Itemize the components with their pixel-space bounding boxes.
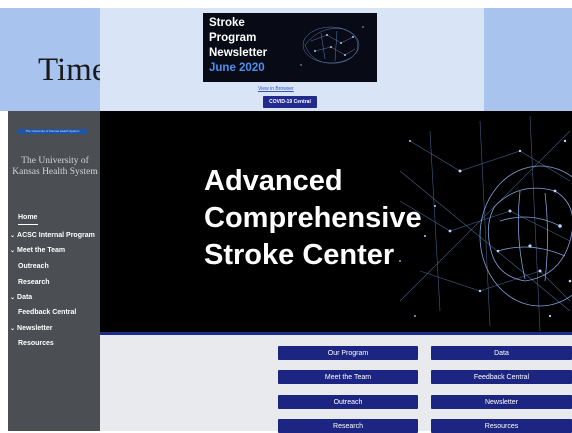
nav-newsletter[interactable]: ⌄ Newsletter xyxy=(10,325,52,332)
banner-date: June 2020 xyxy=(209,62,265,74)
nav-label: Research xyxy=(18,279,50,286)
hero-title-line: Stroke Center xyxy=(204,239,395,271)
nav-label: Feedback Central xyxy=(18,309,77,316)
banner-title-line: Stroke xyxy=(209,17,245,29)
banner-title-line: Program xyxy=(209,32,257,44)
newsletter-banner-title: Stroke Program Newsletter June 2020 xyxy=(209,16,289,76)
nav-resources[interactable]: Resources xyxy=(18,340,54,347)
outreach-button[interactable]: Outreach xyxy=(278,395,418,409)
data-button[interactable]: Data xyxy=(431,346,572,360)
nav-acsc-internal-program[interactable]: ⌄ ACSC Internal Program xyxy=(10,232,95,239)
nav-home-underline xyxy=(18,224,38,225)
partial-heading: Time xyxy=(38,52,100,88)
nav-home[interactable]: Home xyxy=(18,214,37,221)
hero-title-line: Advanced xyxy=(204,165,343,197)
meet-the-team-button[interactable]: Meet the Team xyxy=(278,370,418,384)
nav-label: Outreach xyxy=(18,263,49,270)
nav-feedback-central[interactable]: Feedback Central xyxy=(18,309,76,316)
nav-label: Resources xyxy=(18,340,54,347)
newsletter-button[interactable]: Newsletter xyxy=(431,395,572,409)
brain-network-icon xyxy=(300,26,364,66)
nav-outreach[interactable]: Outreach xyxy=(18,263,49,270)
sidebar: The University of Kansas Health System T… xyxy=(8,111,100,431)
chevron-down-icon: ⌄ xyxy=(10,248,16,254)
chevron-down-icon: ⌄ xyxy=(10,326,16,332)
nav-label: Newsletter xyxy=(17,325,53,332)
newsletter-banner: Stroke Program Newsletter June 2020 xyxy=(203,13,377,82)
banner-title-line: Newsletter xyxy=(209,47,268,59)
nav-data[interactable]: ⌄ Data xyxy=(10,294,32,301)
organization-name: The University of Kansas Health System xyxy=(12,156,98,177)
health-system-logo[interactable]: The University of Kansas Health System xyxy=(17,129,88,134)
chevron-down-icon: ⌄ xyxy=(10,295,16,301)
view-in-browser-link[interactable]: View in Browser xyxy=(258,86,294,92)
hero-title-line: Comprehensive xyxy=(204,202,422,234)
nav-label: Data xyxy=(17,294,33,301)
nav-label: Home xyxy=(18,214,38,221)
nav-meet-the-team[interactable]: ⌄ Meet the Team xyxy=(10,247,65,254)
chevron-down-icon: ⌄ xyxy=(10,233,16,239)
feedback-central-button[interactable]: Feedback Central xyxy=(431,370,572,384)
nav-label: Meet the Team xyxy=(17,247,66,254)
covid-central-button[interactable]: COVID-19 Central xyxy=(263,96,317,108)
nav-research[interactable]: Research xyxy=(18,279,50,286)
our-program-button[interactable]: Our Program xyxy=(278,346,418,360)
nav-label: ACSC Internal Program xyxy=(17,232,95,239)
newsletter-right-margin xyxy=(484,8,572,111)
hero-banner: Advanced Comprehensive Stroke Center xyxy=(100,111,572,333)
hero-title: Advanced Comprehensive Stroke Center xyxy=(204,163,422,274)
